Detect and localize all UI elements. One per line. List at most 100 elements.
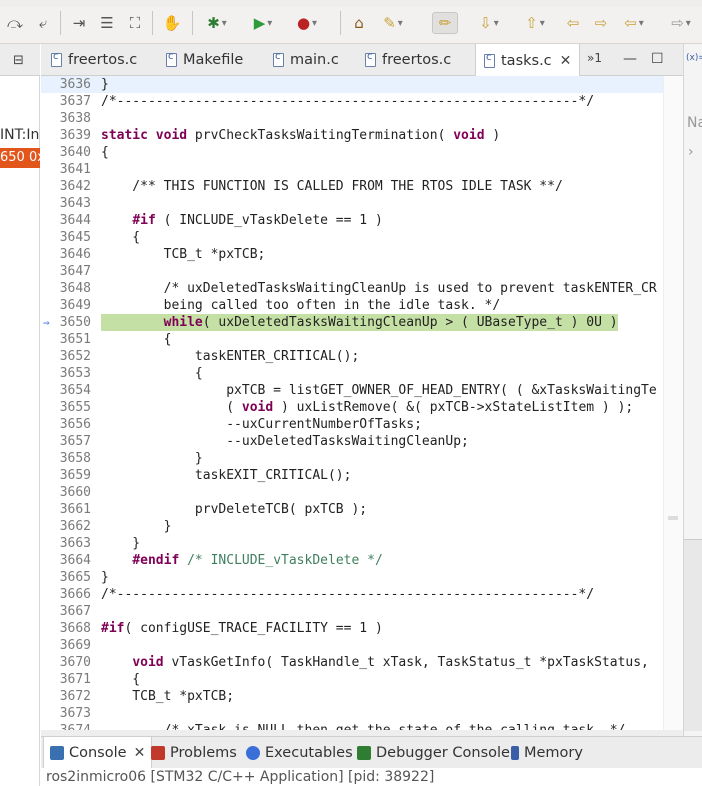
line-text: taskEXIT_CRITICAL();	[101, 468, 352, 483]
step-return-icon[interactable]: ⤼	[4, 12, 26, 34]
open-type-icon[interactable]: ⌂	[348, 12, 370, 34]
instruction-stepping-icon[interactable]: ⇥	[68, 12, 90, 34]
code-line[interactable]: 3662 }	[41, 518, 673, 535]
code-line[interactable]: 3643	[41, 195, 673, 212]
menu-strip	[0, 0, 702, 7]
code-line[interactable]: 3636}	[41, 76, 673, 93]
overview-ruler[interactable]	[663, 76, 683, 731]
chevron-right-icon[interactable]: ›	[688, 144, 694, 160]
code-line[interactable]: 3648 /* uxDeletedTasksWaitingCleanUp is …	[41, 280, 673, 297]
code-line[interactable]: 3639 static void prvCheckTasksWaitingTerm…	[41, 127, 673, 144]
line-text: while( uxDeletedTasksWaitingCleanUp > ( …	[101, 314, 618, 331]
line-number: 3651	[59, 332, 91, 347]
code-line[interactable]: 3672 TCB_t *pxTCB;	[41, 688, 673, 705]
annotation-icon[interactable]: ✏	[432, 12, 458, 34]
expressions-icon[interactable]: (x)=	[686, 53, 702, 63]
line-number: 3661	[59, 502, 91, 517]
next-edit-icon[interactable]: ⇨	[590, 12, 612, 34]
makefile-icon	[166, 51, 177, 67]
code-line[interactable]: 3657 --uxDeletedTasksWaitingCleanUp;	[41, 433, 673, 450]
code-line[interactable]: 3659 taskEXIT_CRITICAL();	[41, 467, 673, 484]
code-line[interactable]: 3647	[41, 263, 673, 280]
code-line[interactable]: 3664 #endif /* INCLUDE_vTaskDelete */	[41, 552, 673, 569]
tab-executables[interactable]: Executables	[246, 737, 353, 769]
maximize-icon[interactable]: ☐	[651, 51, 664, 67]
problems-icon	[151, 746, 165, 760]
code-line[interactable]: 3666 /*----------------------------------…	[41, 586, 673, 603]
code-line[interactable]: 3646 TCB_t *pxTCB;	[41, 246, 673, 263]
left-panel-tabbar: ⊟	[0, 44, 40, 76]
code-line[interactable]: 3649 being called too often in the idle …	[41, 297, 673, 314]
code-line[interactable]: 3654 pxTCB = listGET_OWNER_OF_HEAD_ENTRY…	[41, 382, 673, 399]
code-line[interactable]: 3660	[41, 484, 673, 501]
code-line[interactable]: 3665}	[41, 569, 673, 586]
toolbar-separator	[60, 11, 61, 35]
search-icon[interactable]: ✎ ▾	[376, 12, 410, 34]
close-icon[interactable]: ✕	[134, 745, 146, 761]
line-text: }	[101, 451, 203, 466]
line-text: TCB_t *pxTCB;	[101, 247, 266, 262]
reset-icon[interactable]: ☰	[96, 12, 118, 34]
tab-main-c[interactable]: main.c	[273, 44, 339, 76]
code-line[interactable]: 3661 prvDeleteTCB( pxTCB );	[41, 501, 673, 518]
tab-memory[interactable]: Memory	[511, 737, 583, 769]
code-editor[interactable]: 3636} 3637/*-----------------------------…	[41, 76, 683, 731]
code-line[interactable]: 3641	[41, 161, 673, 178]
back-icon[interactable]: ⇦ ▾	[616, 12, 652, 34]
editor-tabbar: freertos.c Makefile main.c freertos.c ta…	[41, 44, 683, 77]
code-line[interactable]: 3637 /*----------------------------------…	[41, 93, 673, 110]
debug-icon[interactable]: ✱ ▾	[200, 12, 234, 34]
code-line[interactable]: 3638	[41, 110, 673, 127]
line-text: }	[101, 570, 109, 585]
hand-icon[interactable]: ✋	[160, 12, 184, 34]
minimize-icon[interactable]: —	[623, 51, 637, 67]
line-number: 3648	[59, 281, 91, 296]
close-icon[interactable]: ✕	[560, 53, 572, 69]
code-line[interactable]: 3667	[41, 603, 673, 620]
code-line[interactable]: 3650 ⇒ while( uxDeletedTasksWaitingCleanU…	[41, 314, 673, 331]
tab-console[interactable]: Console ✕	[43, 737, 153, 769]
code-line[interactable]: 3656 --uxCurrentNumberOfTasks;	[41, 416, 673, 433]
code-line[interactable]: 3651 {	[41, 331, 673, 348]
use-step-filters-icon[interactable]: ⛶	[124, 12, 146, 34]
restore-icon[interactable]: ⊟	[13, 53, 24, 68]
tab-debugger-console[interactable]: Debugger Console	[357, 737, 510, 769]
line-number: 3653	[59, 366, 91, 381]
next-annotation-icon[interactable]: ⇩ ▾	[472, 12, 506, 34]
code-line[interactable]: 3671 {	[41, 671, 673, 688]
code-line[interactable]: 3668 #if( configUSE_TRACE_FACILITY == 1 )	[41, 620, 673, 637]
code-line[interactable]: 3669	[41, 637, 673, 654]
tab-freertos-c-1[interactable]: freertos.c	[51, 44, 137, 76]
drop-to-frame-icon[interactable]: ⤶	[32, 12, 54, 34]
toolbar-separator	[192, 11, 193, 35]
line-text: #endif /* INCLUDE_vTaskDelete */	[132, 553, 383, 568]
tab-freertos-c-2[interactable]: freertos.c	[365, 44, 451, 76]
code-line[interactable]: 3655 ( void ) uxListRemove( &( pxTCB->xS…	[41, 399, 673, 416]
executables-icon	[246, 746, 260, 760]
line-text: TCB_t *pxTCB;	[101, 689, 235, 704]
code-line[interactable]: 3645 {	[41, 229, 673, 246]
forward-icon[interactable]: ⇨ ▾	[662, 12, 700, 34]
code-line[interactable]: 3640 {	[41, 144, 673, 161]
line-text: }	[101, 536, 141, 551]
code-line[interactable]: 3644 #if ( INCLUDE_vTaskDelete == 1 )	[41, 212, 673, 229]
line-number: 3662	[59, 519, 91, 534]
line-text: }	[101, 519, 172, 534]
code-line[interactable]: 3670 void vTaskGetInfo( TaskHandle_t xTa…	[41, 654, 673, 671]
tab-label: Memory	[524, 745, 583, 761]
code-line[interactable]: 3658 }	[41, 450, 673, 467]
tab-tasks-c[interactable]: tasks.c ✕	[475, 44, 581, 77]
run-icon[interactable]: ▶ ▾	[246, 12, 280, 34]
code-line[interactable]: 3653 {	[41, 365, 673, 382]
tab-problems[interactable]: Problems	[151, 737, 237, 769]
previous-annotation-icon[interactable]: ⇧ ▾	[518, 12, 552, 34]
code-line[interactable]: 3642 /** THIS FUNCTION IS CALLED FROM TH…	[41, 178, 673, 195]
tab-overflow-button[interactable]: »1	[587, 51, 602, 65]
code-line[interactable]: 3663 }	[41, 535, 673, 552]
code-line[interactable]: 3673	[41, 705, 673, 722]
external-tools-icon[interactable]: ● ▾	[290, 12, 324, 34]
code-line[interactable]: 3652 taskENTER_CRITICAL();	[41, 348, 673, 365]
tab-makefile[interactable]: Makefile	[166, 44, 243, 76]
last-edit-icon[interactable]: ⇦	[562, 12, 584, 34]
register-value-badge[interactable]: 650 0x	[0, 148, 40, 168]
